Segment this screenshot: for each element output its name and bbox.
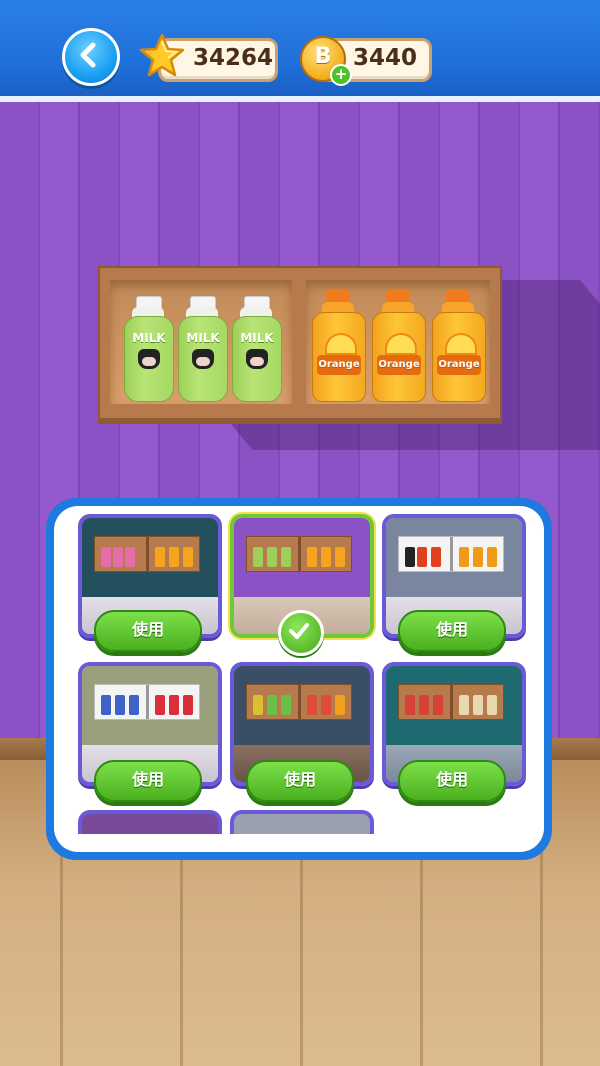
use-button[interactable]: 使用 — [398, 760, 506, 802]
orange-juice-bottle: Orange — [372, 290, 426, 402]
milk-bottle: MILK — [178, 296, 228, 402]
add-coins-button[interactable]: + — [330, 64, 352, 86]
display-shelf: MILK MILK MILK Orange Orange Orange — [98, 266, 502, 420]
orange-juice-bottle: Orange — [312, 290, 366, 402]
chevron-left-icon — [80, 42, 96, 68]
back-button[interactable] — [62, 28, 120, 86]
shelf-selection-grid: 使用 使用 使用 使用 使用 — [54, 506, 544, 852]
selected-check-badge — [278, 610, 324, 656]
coin-count: 3440 — [353, 45, 418, 71]
use-button[interactable]: 使用 — [94, 610, 202, 652]
milk-bottle: MILK — [232, 296, 282, 402]
orange-juice-bottle: Orange — [432, 290, 486, 402]
checkmark-icon — [289, 623, 309, 639]
star-count: 34264 — [193, 45, 274, 71]
top-bar: 34264 3440 B + — [0, 0, 600, 102]
shelf-selection-panel: 使用 使用 使用 使用 使用 — [46, 498, 552, 860]
use-button[interactable]: 使用 — [398, 610, 506, 652]
shelf-compartment-milk: MILK MILK MILK — [110, 280, 292, 404]
shelf-option-card-partial[interactable] — [230, 810, 374, 834]
use-button[interactable]: 使用 — [94, 760, 202, 802]
shelf-option-card-partial[interactable] — [78, 810, 222, 834]
star-icon — [139, 33, 185, 77]
shelf-compartment-orange: Orange Orange Orange — [306, 280, 490, 404]
use-button[interactable]: 使用 — [246, 760, 354, 802]
milk-bottle: MILK — [124, 296, 174, 402]
